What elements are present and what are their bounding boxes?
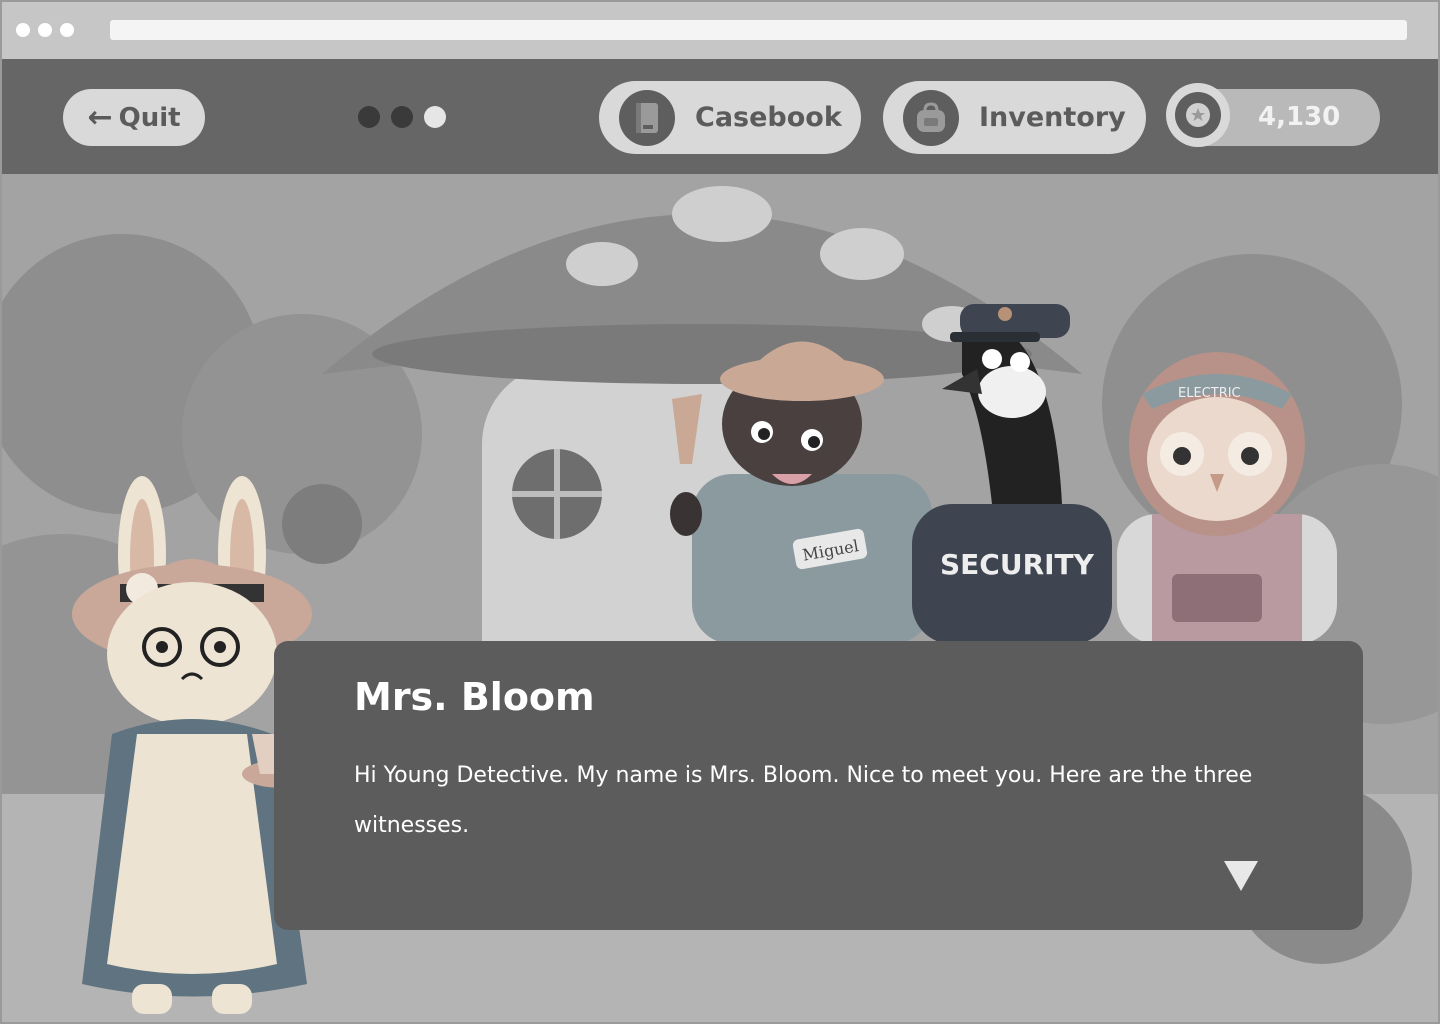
progress-dot	[358, 106, 380, 128]
window-dot[interactable]	[60, 23, 74, 37]
electric-cap-text: ELECTRIC	[1178, 386, 1241, 401]
backpack-icon	[903, 89, 959, 146]
mole-character: Miguel	[670, 341, 932, 644]
dialog-box[interactable]: Mrs. Bloom Hi Young Detective. My name i…	[274, 641, 1363, 930]
game-scene: Miguel SECURITY ELECTRIC Mrs. Bloom Hi Y…	[2, 174, 1438, 1022]
book-icon	[619, 89, 675, 146]
coin-icon	[1166, 83, 1230, 147]
progress-dot	[424, 106, 446, 128]
window-controls	[16, 23, 74, 37]
quit-label: Quit	[118, 102, 181, 133]
casebook-label: Casebook	[695, 102, 842, 133]
inventory-button[interactable]: Inventory	[883, 81, 1146, 154]
speaker-name: Mrs. Bloom	[354, 675, 595, 719]
browser-chrome	[2, 2, 1438, 59]
owl-character: ELECTRIC	[1117, 352, 1337, 644]
address-bar[interactable]	[110, 20, 1407, 40]
quit-button[interactable]: ← Quit	[63, 89, 205, 146]
inventory-label: Inventory	[979, 102, 1126, 133]
window-dot[interactable]	[38, 23, 52, 37]
game-window: ← Quit Casebook Inventory 4,130 Miguel S…	[0, 0, 1440, 1024]
casebook-button[interactable]: Casebook	[599, 81, 861, 154]
progress-dot	[391, 106, 413, 128]
progress-dots	[358, 106, 446, 128]
goose-character: SECURITY	[912, 304, 1112, 644]
coin-counter: 4,130	[1166, 83, 1380, 147]
window-dot[interactable]	[16, 23, 30, 37]
security-shirt-text: SECURITY	[940, 548, 1095, 581]
dialog-text: Hi Young Detective. My name is Mrs. Bloo…	[354, 763, 1253, 838]
arrow-left-icon: ←	[87, 99, 113, 135]
next-arrow-icon[interactable]	[1224, 861, 1258, 891]
coin-count: 4,130	[1258, 102, 1341, 132]
